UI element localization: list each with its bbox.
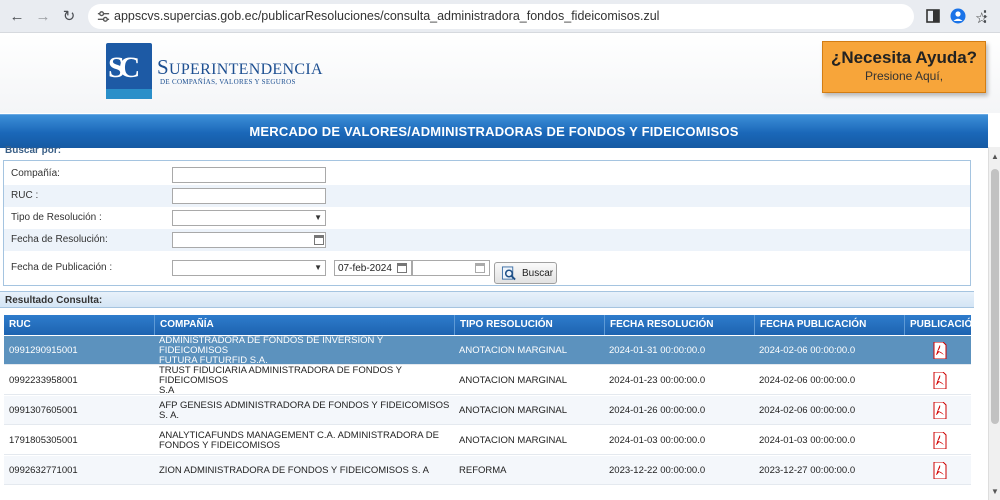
results-title: Resultado Consulta:: [5, 295, 103, 306]
company-label: Compañía:: [11, 168, 60, 179]
logo-icon[interactable]: SC: [106, 43, 152, 99]
reload-icon[interactable]: ↻: [59, 7, 79, 27]
help-subtitle: Presione Aquí,: [864, 69, 944, 83]
company-row: Compañía:: [4, 163, 970, 185]
resolution-type-row: Tipo de Resolución : ▼: [4, 207, 970, 229]
company-input[interactable]: [172, 167, 326, 183]
chevron-down-icon: ▼: [314, 263, 322, 272]
help-title: ¿Necesita Ayuda?: [830, 48, 978, 67]
cell-company: ADMINISTRADORA DE FONDOS DE INVERSION Y …: [159, 334, 383, 366]
table-row[interactable]: 0991290915001 ADMINISTRADORA DE FONDOS D…: [4, 334, 971, 366]
cell-publication-date: 2024-02-06 00:00:00.0: [759, 344, 856, 356]
cell-resolution-date: 2024-01-31 00:00:00.0: [609, 344, 706, 356]
url-text[interactable]: appscvs.supercias.gob.ec/publicarResoluc…: [114, 9, 659, 23]
column-header-publication-date[interactable]: FECHA PUBLICACIÓN: [754, 315, 904, 335]
cell-resolution-date: 2023-12-22 00:00:00.0: [609, 464, 706, 476]
scroll-down-icon[interactable]: ▼: [991, 487, 999, 496]
cell-publication-date: 2024-02-06 00:00:00.0: [759, 374, 856, 386]
menu-kebab-icon[interactable]: ⋮: [975, 7, 995, 27]
cell-company: ZION ADMINISTRADORA DE FONDOS Y FIDEICOM…: [159, 464, 429, 476]
cell-ruc: 0992632771001: [9, 464, 78, 476]
calendar-icon[interactable]: [314, 235, 324, 245]
org-subtitle: DE COMPAÑÍAS, VALORES Y SEGUROS: [160, 78, 296, 86]
table-row[interactable]: 0992233958001 TRUST FIDUCIARIA ADMINISTR…: [4, 364, 971, 396]
resolution-date-label: Fecha de Resolución:: [11, 234, 108, 245]
search-panel: Compañía: RUC : Tipo de Resolución : ▼ F…: [3, 160, 971, 286]
cell-company: ANALYTICAFUNDS MANAGEMENT C.A. ADMINISTR…: [159, 429, 439, 451]
pdf-icon[interactable]: [933, 402, 947, 419]
forward-arrow-icon[interactable]: →: [33, 7, 53, 27]
column-header-ruc[interactable]: RUC: [4, 315, 154, 335]
cell-company: TRUST FIDUCIARIA ADMINISTRADORA DE FONDO…: [159, 364, 402, 396]
pdf-icon[interactable]: [933, 432, 947, 449]
search-button-label: Buscar: [522, 268, 554, 279]
scroll-up-icon[interactable]: ▲: [991, 152, 999, 161]
column-header-company[interactable]: COMPAÑÍA: [154, 315, 454, 335]
ruc-input[interactable]: [172, 188, 326, 204]
section-banner: MERCADO DE VALORES/ADMINISTRADORAS DE FO…: [0, 114, 988, 148]
address-bar[interactable]: appscvs.supercias.gob.ec/publicarResoluc…: [88, 4, 988, 29]
page-scrollbar[interactable]: ▲ ▼: [988, 147, 1000, 500]
column-header-publication[interactable]: PUBLICACIÓN: [904, 315, 979, 335]
publication-date-row: Fecha de Publicación : ▼: [4, 257, 970, 279]
publication-date-label: Fecha de Publicación :: [11, 262, 113, 273]
calendar-icon[interactable]: [397, 263, 407, 273]
browser-toolbar: ← → ↻ appscvs.supercias.gob.ec/publicarR…: [0, 0, 1000, 33]
cell-company: AFP GENESIS ADMINISTRADORA DE FONDOS Y F…: [159, 399, 450, 421]
table-row[interactable]: 1791805305001 ANALYTICAFUNDS MANAGEMENT …: [4, 426, 971, 455]
profile-icon[interactable]: [950, 8, 966, 24]
pdf-icon[interactable]: [933, 342, 947, 359]
resolution-type-select[interactable]: ▼: [172, 210, 326, 226]
cell-resolution-type: REFORMA: [459, 464, 507, 476]
chevron-down-icon: ▼: [314, 213, 322, 222]
help-button[interactable]: ¿Necesita Ayuda? Presione Aquí,: [822, 41, 986, 93]
org-title: SUPERINTENDENCIA: [157, 55, 323, 79]
cell-resolution-date: 2024-01-26 00:00:00.0: [609, 404, 706, 416]
search-icon: [501, 266, 516, 281]
back-arrow-icon[interactable]: ←: [7, 7, 27, 27]
table-header: RUC COMPAÑÍA TIPO RESOLUCIÓN FECHA RESOL…: [4, 315, 979, 335]
cell-ruc: 0991290915001: [9, 344, 78, 356]
cell-publication-date: 2023-12-27 00:00:00.0: [759, 464, 856, 476]
cell-resolution-date: 2024-01-23 00:00:00.0: [609, 374, 706, 386]
scroll-thumb[interactable]: [991, 169, 999, 424]
pdf-icon[interactable]: [933, 462, 947, 479]
calendar-icon[interactable]: [475, 263, 485, 273]
ruc-row: RUC :: [4, 185, 970, 207]
table-row[interactable]: 0992632771001 ZION ADMINISTRADORA DE FON…: [4, 456, 971, 485]
column-header-resolution-date[interactable]: FECHA RESOLUCIÓN: [604, 315, 754, 335]
side-panel-icon[interactable]: [925, 8, 941, 24]
column-header-resolution-type[interactable]: TIPO RESOLUCIÓN: [454, 315, 604, 335]
cell-publication-date: 2024-02-06 00:00:00.0: [759, 404, 856, 416]
cell-ruc: 0992233958001: [9, 374, 78, 386]
search-button[interactable]: Buscar: [494, 262, 557, 284]
page: SC SUPERINTENDENCIA DE COMPAÑÍAS, VALORE…: [0, 33, 1000, 500]
cell-resolution-type: ANOTACION MARGINAL: [459, 374, 568, 386]
resolution-type-label: Tipo de Resolución :: [11, 212, 102, 223]
pdf-icon[interactable]: [933, 372, 947, 389]
cell-ruc: 0991307605001: [9, 404, 78, 416]
cell-ruc: 1791805305001: [9, 434, 78, 446]
results-header: Resultado Consulta:: [0, 291, 974, 308]
publication-mode-select[interactable]: ▼: [172, 260, 326, 276]
table-row[interactable]: 0991307605001 AFP GENESIS ADMINISTRADORA…: [4, 396, 971, 425]
page-title: MERCADO DE VALORES/ADMINISTRADORAS DE FO…: [249, 124, 739, 139]
cell-publication-date: 2024-01-03 00:00:00.0: [759, 434, 856, 446]
search-legend: Buscar por:: [5, 145, 62, 156]
resolution-date-input[interactable]: [172, 232, 326, 248]
resolution-date-row: Fecha de Resolución:: [4, 229, 970, 251]
site-settings-icon[interactable]: [96, 9, 111, 24]
cell-resolution-type: ANOTACION MARGINAL: [459, 434, 568, 446]
cell-resolution-type: ANOTACION MARGINAL: [459, 344, 568, 356]
cell-resolution-date: 2024-01-03 00:00:00.0: [609, 434, 706, 446]
ruc-label: RUC :: [11, 190, 39, 201]
cell-resolution-type: ANOTACION MARGINAL: [459, 404, 568, 416]
